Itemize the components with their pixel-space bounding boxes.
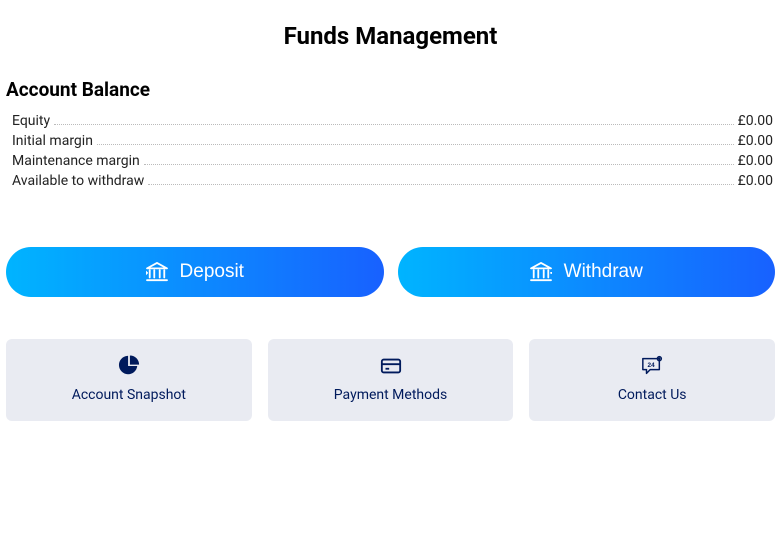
balance-label: Equity (12, 113, 50, 129)
payment-methods-card[interactable]: Payment Methods (268, 339, 514, 421)
payment-methods-label: Payment Methods (334, 387, 447, 403)
deposit-button[interactable]: Deposit (6, 247, 384, 297)
action-row: Deposit Withdraw (0, 191, 781, 297)
contact-us-card[interactable]: 24 Contact Us (529, 339, 775, 421)
pie-chart-icon (118, 355, 140, 377)
balance-list: Equity £0.00 Initial margin £0.00 Mainte… (0, 111, 781, 191)
account-snapshot-label: Account Snapshot (72, 387, 186, 403)
balance-row-equity: Equity £0.00 (12, 111, 773, 131)
balance-row-initial-margin: Initial margin £0.00 (12, 131, 773, 151)
balance-value: £0.00 (738, 173, 773, 189)
balance-value: £0.00 (738, 113, 773, 129)
contact-us-label: Contact Us (618, 387, 687, 403)
account-balance-heading: Account Balance (0, 78, 781, 111)
dots-divider (97, 144, 734, 145)
account-snapshot-card[interactable]: Account Snapshot (6, 339, 252, 421)
balance-label: Available to withdraw (12, 173, 144, 189)
balance-label: Initial margin (12, 133, 93, 149)
contact-24-icon: 24 (640, 355, 664, 377)
deposit-button-label: Deposit (180, 261, 244, 283)
withdraw-bank-icon (530, 262, 552, 282)
balance-value: £0.00 (738, 133, 773, 149)
deposit-bank-icon (146, 262, 168, 282)
dots-divider (54, 124, 733, 125)
withdraw-button-label: Withdraw (564, 261, 643, 283)
balance-row-maintenance-margin: Maintenance margin £0.00 (12, 151, 773, 171)
balance-row-available-withdraw: Available to withdraw £0.00 (12, 171, 773, 191)
dots-divider (148, 184, 733, 185)
svg-text:24: 24 (648, 362, 656, 369)
balance-value: £0.00 (738, 153, 773, 169)
credit-card-icon (380, 355, 402, 377)
page-title: Funds Management (0, 0, 781, 78)
balance-label: Maintenance margin (12, 153, 140, 169)
dots-divider (144, 164, 734, 165)
withdraw-button[interactable]: Withdraw (398, 247, 776, 297)
card-row: Account Snapshot Payment Methods 24 (0, 297, 781, 421)
